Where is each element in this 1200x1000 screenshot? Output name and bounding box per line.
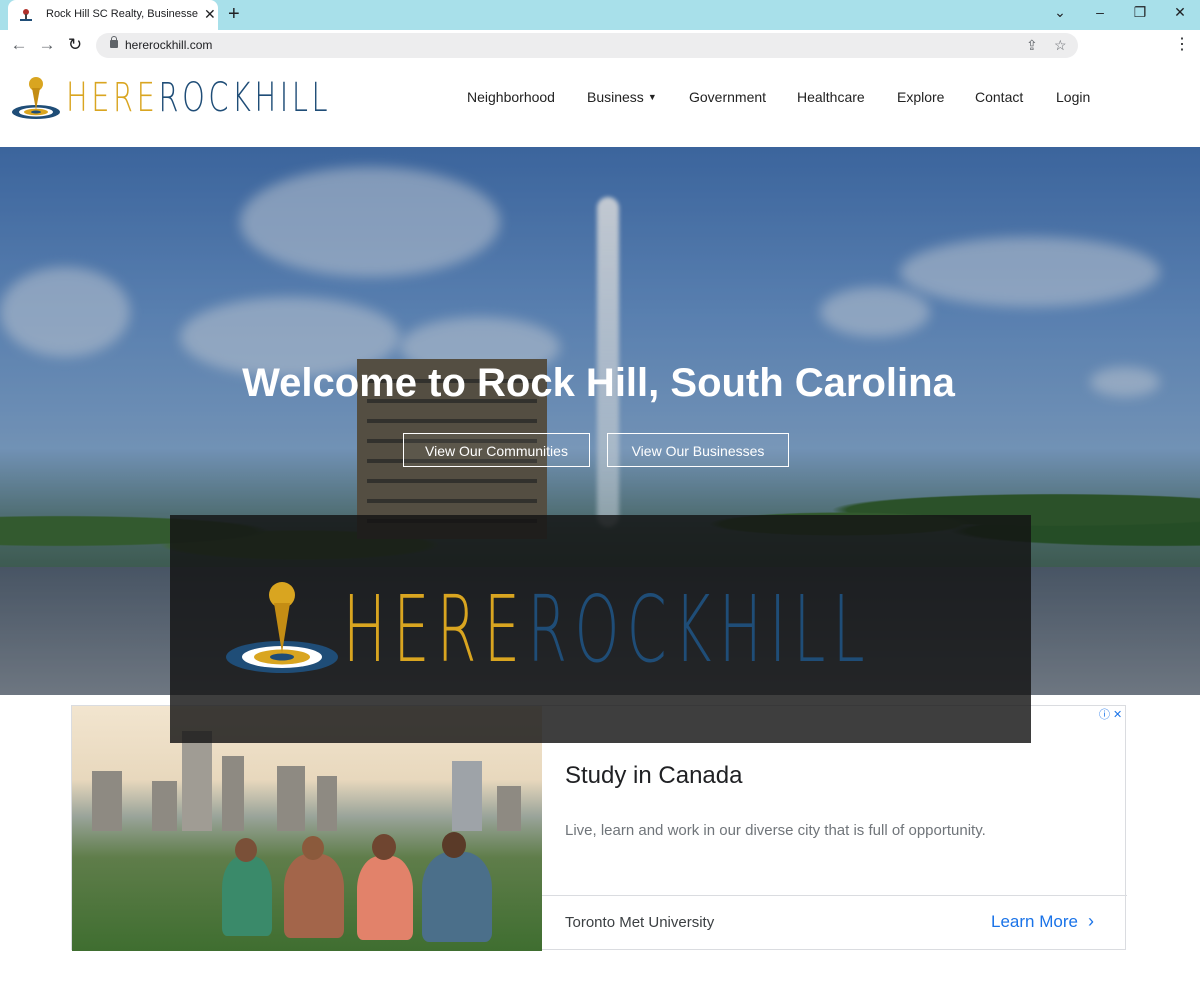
chevron-down-icon: ▼ xyxy=(647,92,657,102)
url-text[interactable]: hererockhill.com xyxy=(125,38,212,52)
ad-advertiser: Toronto Met University xyxy=(565,914,715,931)
ad-divider xyxy=(542,895,1127,896)
browser-tab[interactable]: Rock Hill SC Realty, Businesses, S ✕ xyxy=(8,0,218,30)
share-icon[interactable]: ⇪ xyxy=(1026,36,1038,54)
minimize-button[interactable]: – xyxy=(1090,4,1110,20)
reload-icon[interactable]: ↻ xyxy=(65,36,85,54)
browser-toolbar: ← → ↻ hererockhill.com ⇪ ☆ ⋮ xyxy=(0,30,1200,62)
overlay-rockhill-text: ROCKHILL xyxy=(527,576,872,683)
chevron-right-icon[interactable]: › xyxy=(1088,911,1094,932)
browser-menu-icon[interactable]: ⋮ xyxy=(1174,36,1190,54)
tab-search-icon[interactable]: ⌄ xyxy=(1050,4,1070,20)
overlay-wordmark: HEREROCKHILL xyxy=(343,575,872,685)
overlay-here-text: HERE xyxy=(343,576,528,683)
ad-headline[interactable]: Study in Canada xyxy=(565,762,742,790)
logo-here-text: HERE xyxy=(66,75,159,121)
nav-neighborhood[interactable]: Neighborhood xyxy=(467,89,555,105)
nav-government[interactable]: Government xyxy=(689,89,766,105)
logo-wordmark: HEREROCKHILL xyxy=(66,74,331,122)
restore-button[interactable]: ❐ xyxy=(1130,4,1150,20)
adchoices-icon[interactable]: ⓘ ✕ xyxy=(1099,706,1122,722)
nav-contact[interactable]: Contact xyxy=(975,89,1023,105)
location-pin-logo-icon xyxy=(12,77,60,119)
nav-login[interactable]: Login xyxy=(1056,89,1090,105)
bookmark-star-icon[interactable]: ☆ xyxy=(1054,36,1067,54)
logo-rockhill-text: ROCKHILL xyxy=(158,75,332,121)
view-businesses-button[interactable]: View Our Businesses xyxy=(607,433,789,467)
view-communities-button[interactable]: View Our Communities xyxy=(403,433,590,467)
logo-overlay: HEREROCKHILL xyxy=(170,515,1031,743)
forward-arrow-icon[interactable]: → xyxy=(37,36,57,54)
window-close-button[interactable]: ✕ xyxy=(1170,4,1190,20)
tab-title: Rock Hill SC Realty, Businesses, S xyxy=(46,8,198,20)
site-favicon-icon xyxy=(20,9,32,21)
hero-title: Welcome to Rock Hill, South Carolina xyxy=(242,361,955,405)
learn-more-link[interactable]: Learn More xyxy=(991,912,1078,932)
site-logo[interactable]: HEREROCKHILL xyxy=(10,74,350,122)
address-bar[interactable]: hererockhill.com ⇪ ☆ xyxy=(96,33,1078,58)
location-pin-logo-icon xyxy=(226,582,338,673)
new-tab-button[interactable]: + xyxy=(228,4,240,24)
nav-explore[interactable]: Explore xyxy=(897,89,944,105)
nav-business-label: Business xyxy=(587,89,644,105)
ad-description: Live, learn and work in our diverse city… xyxy=(565,822,986,839)
browser-tab-strip: Rock Hill SC Realty, Businesses, S ✕ + ⌄… xyxy=(0,0,1200,30)
nav-business[interactable]: Business ▼ xyxy=(587,89,657,105)
tab-close-icon[interactable]: ✕ xyxy=(204,6,216,22)
lock-icon[interactable] xyxy=(110,36,118,48)
site-header: HEREROCKHILL Neighborhood Business ▼ Gove… xyxy=(0,62,1200,147)
nav-healthcare[interactable]: Healthcare xyxy=(797,89,865,105)
back-arrow-icon[interactable]: ← xyxy=(9,36,29,54)
